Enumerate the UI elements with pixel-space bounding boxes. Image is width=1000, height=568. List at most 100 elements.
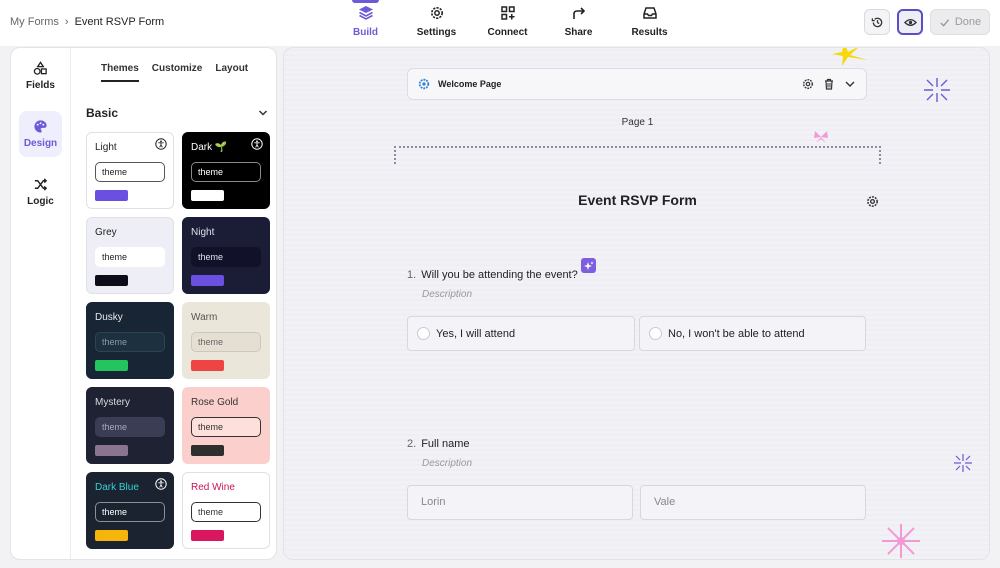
theme-card[interactable]: Rose Gold theme [182, 387, 270, 464]
theme-button-swatch [95, 530, 128, 541]
breadcrumb-separator: › [64, 16, 69, 28]
theme-card[interactable]: Dark Blue theme [86, 472, 174, 549]
choice-option-no[interactable]: No, I won't be able to attend [639, 316, 866, 351]
theme-card[interactable]: Red Wine theme [182, 472, 270, 549]
nav-results[interactable]: Results [614, 0, 685, 46]
nav-connect-label: Connect [487, 27, 528, 38]
choice-option-yes-label: Yes, I will attend [436, 327, 516, 340]
history-icon [871, 17, 882, 27]
theme-button-swatch [191, 360, 224, 371]
first-name-field[interactable]: Lorin [407, 485, 633, 520]
breadcrumb-current: Event RSVP Form [74, 16, 165, 28]
theme-grid: Light theme Dark 🌱 theme Grey theme Night theme… [86, 132, 270, 549]
preview-button[interactable] [897, 9, 923, 35]
nav-results-label: Results [631, 27, 668, 38]
choice-option-yes[interactable]: Yes, I will attend [407, 316, 635, 351]
chevron-down-icon[interactable] [844, 78, 856, 90]
welcome-page-bar[interactable]: Welcome Page [407, 68, 867, 100]
theme-card[interactable]: Dark 🌱 theme [182, 132, 270, 209]
welcome-label: Welcome Page [438, 79, 502, 89]
inbox-icon [642, 7, 657, 19]
shapes-icon [33, 61, 47, 75]
butterfly-decoration [814, 131, 828, 143]
title-settings-icon[interactable] [866, 195, 879, 208]
sparkle-lines-decoration [924, 78, 950, 102]
rail-design[interactable]: Design [19, 111, 62, 157]
question-2-text: Full name [421, 438, 470, 450]
theme-preview-input: theme [95, 417, 165, 437]
history-button[interactable] [864, 9, 890, 35]
nav-build-label: Build [353, 27, 378, 38]
sparkle-yellow-decoration [832, 48, 868, 66]
choice-option-no-label: No, I won't be able to attend [668, 327, 805, 340]
basic-section-header[interactable]: Basic [86, 106, 268, 120]
breadcrumb: My Forms › Event RSVP Form [10, 16, 164, 28]
last-name-field[interactable]: Vale [640, 485, 866, 520]
tab-themes[interactable]: Themes [101, 63, 139, 82]
tab-layout[interactable]: Layout [215, 63, 248, 82]
nav-connect[interactable]: Connect [472, 0, 543, 46]
question-1-label[interactable]: 1. Will you be attending the event? [407, 269, 578, 281]
theme-card[interactable]: Night theme [182, 217, 270, 294]
rail-fields[interactable]: Fields [19, 53, 62, 99]
theme-button-swatch [191, 445, 224, 456]
question-2-number: 2. [407, 438, 417, 450]
themes-column: Themes Customize Layout Basic Light theme… [71, 48, 276, 559]
theme-preview-input: theme [95, 332, 165, 352]
theme-preview-input: theme [191, 247, 261, 267]
theme-button-swatch [191, 275, 224, 286]
theme-name: Grey [95, 227, 117, 238]
theme-preview-input: theme [191, 502, 261, 522]
layers-icon [358, 6, 373, 20]
theme-button-swatch [191, 190, 224, 201]
sparkle-small-decoration [954, 454, 972, 472]
theme-card[interactable]: Grey theme [86, 217, 174, 294]
theme-name: Warm [191, 312, 218, 323]
radio-circle [649, 327, 662, 340]
settings-icon[interactable] [802, 78, 814, 90]
form-canvas: Welcome Page Page 1 Event RSVP Form 1. Wi… [283, 47, 990, 560]
theme-card[interactable]: Mystery theme [86, 387, 174, 464]
tab-customize[interactable]: Customize [152, 63, 203, 82]
rail-logic[interactable]: Logic [19, 169, 62, 215]
check-icon [940, 18, 950, 27]
question-2-label[interactable]: 2. Full name [407, 438, 469, 450]
theme-card[interactable]: Warm theme [182, 302, 270, 379]
theme-name: Rose Gold [191, 397, 239, 408]
done-button[interactable]: Done [930, 9, 990, 35]
nav-share-label: Share [564, 27, 593, 38]
ai-assist-button[interactable] [581, 258, 596, 273]
share-icon [572, 7, 585, 19]
breadcrumb-parent[interactable]: My Forms [10, 16, 59, 28]
trash-icon[interactable] [823, 78, 835, 90]
chevron-down-icon [258, 110, 268, 116]
palette-icon [34, 120, 47, 133]
accessibility-icon [251, 138, 263, 150]
nav-settings-label: Settings [416, 27, 457, 38]
theme-preview-input: theme [95, 247, 165, 267]
side-rail: Fields Design Logic [11, 48, 71, 559]
design-subtabs: Themes Customize Layout [101, 63, 248, 82]
top-bar: My Forms › Event RSVP Form Build Setting… [0, 0, 1000, 46]
nav-settings[interactable]: Settings [401, 0, 472, 46]
top-actions: Done [864, 9, 990, 35]
eye-icon [903, 18, 917, 26]
question-2-description[interactable]: Description [422, 458, 472, 469]
theme-preview-input: theme [95, 502, 165, 522]
question-1-description[interactable]: Description [422, 289, 472, 300]
form-title[interactable]: Event RSVP Form [284, 192, 989, 208]
rail-fields-label: Fields [26, 80, 55, 91]
theme-button-swatch [95, 360, 128, 371]
nav-build[interactable]: Build [330, 0, 401, 46]
theme-name: Dusky [95, 312, 123, 323]
shuffle-icon [34, 178, 48, 191]
sparkles-icon [583, 261, 593, 270]
done-label: Done [954, 16, 982, 28]
page-drop-zone [394, 146, 881, 164]
theme-preview-input: theme [191, 332, 261, 352]
theme-card[interactable]: Light theme [86, 132, 174, 209]
theme-card[interactable]: Dusky theme [86, 302, 174, 379]
theme-preview-input: theme [95, 162, 165, 182]
accessibility-icon [155, 478, 167, 490]
nav-share[interactable]: Share [543, 0, 614, 46]
